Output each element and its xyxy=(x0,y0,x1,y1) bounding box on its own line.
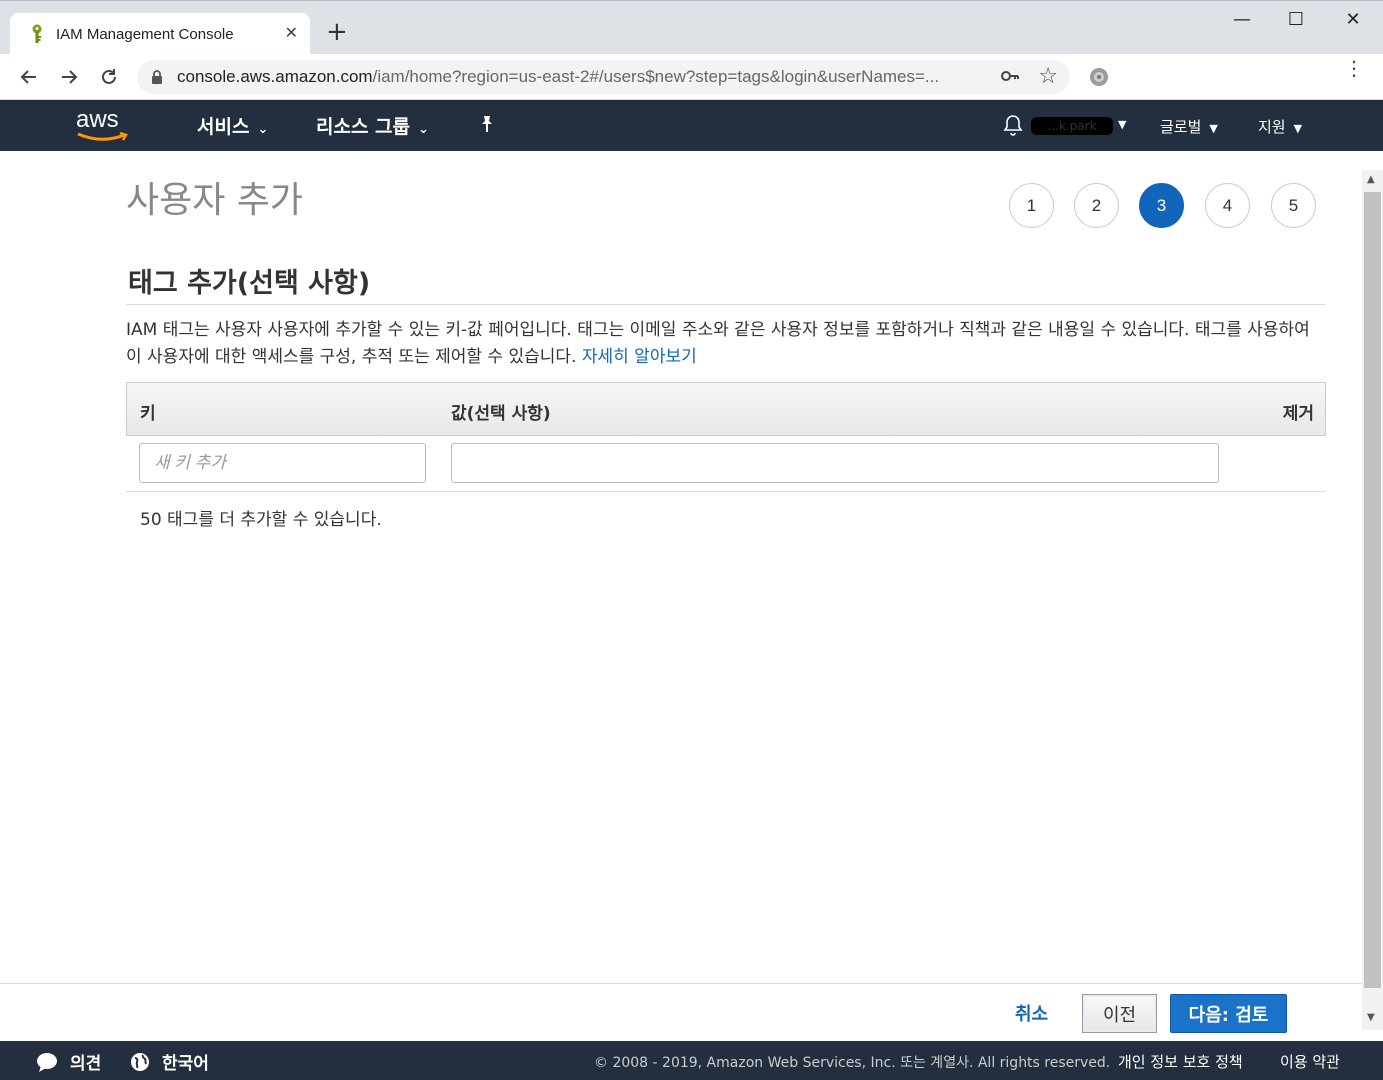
chevron-down-icon: ⌄ xyxy=(418,122,429,137)
services-label: 서비스 xyxy=(197,116,250,138)
feedback-button[interactable]: 의견 xyxy=(36,1049,101,1074)
notifications-bell-icon[interactable] xyxy=(1003,114,1023,140)
account-menu[interactable]: ...k.park xyxy=(1031,117,1113,135)
scrollbar-thumb[interactable] xyxy=(1364,192,1381,988)
support-label: 지원 xyxy=(1258,118,1286,136)
lock-icon xyxy=(151,69,165,85)
tag-key-input[interactable] xyxy=(139,443,426,483)
speech-bubble-icon xyxy=(37,1052,57,1072)
aws-navbar: aws 서비스 ⌄ 리소스 그룹 ⌄ ...k.park ▼ 글로벌 ▼ 지원 ▼ xyxy=(0,100,1383,151)
maximize-icon[interactable]: ☐ xyxy=(1276,9,1316,30)
chevron-down-icon[interactable]: ▼ xyxy=(1118,118,1126,131)
step-1[interactable]: 1 xyxy=(1009,183,1054,228)
bookmark-star-icon[interactable]: ☆ xyxy=(1038,64,1058,89)
main-content: 사용자 추가 1 2 3 4 5 태그 추가(선택 사항) IAM 태그는 사용… xyxy=(0,151,1362,983)
region-menu[interactable]: 글로벌 ▼ xyxy=(1160,116,1218,137)
step-2[interactable]: 2 xyxy=(1074,183,1119,228)
tab-close-icon[interactable]: ✕ xyxy=(285,23,298,42)
table-bottom-divider xyxy=(126,491,1326,492)
language-selector[interactable]: 한국어 xyxy=(130,1049,209,1074)
key-icon[interactable] xyxy=(1000,66,1020,90)
globe-icon xyxy=(131,1052,149,1071)
step-3[interactable]: 3 xyxy=(1139,183,1184,228)
browser-tab[interactable]: IAM Management Console ✕ xyxy=(10,13,310,55)
scroll-down-icon[interactable]: ▼ xyxy=(1367,1012,1375,1023)
console-footer: 의견 한국어 © 2008 - 2019, Amazon Web Service… xyxy=(0,1041,1383,1080)
learn-more-link[interactable]: 자세히 알아보기 xyxy=(582,347,697,367)
url-text: console.aws.amazon.com/iam/home?region=u… xyxy=(177,67,939,87)
browser-toolbar: console.aws.amazon.com/iam/home?region=u… xyxy=(0,54,1383,100)
account-name: ...k.park xyxy=(1047,119,1097,133)
iam-favicon-icon xyxy=(28,23,46,45)
pin-icon[interactable] xyxy=(478,114,496,138)
aws-logo-text: aws xyxy=(76,106,119,133)
window-close-icon[interactable]: ✕ xyxy=(1333,9,1373,30)
tags-table-header: 키 값(선택 사항) 제거 xyxy=(126,382,1326,436)
copyright-text: © 2008 - 2019, Amazon Web Services, Inc.… xyxy=(594,1055,1111,1071)
col-value: 값(선택 사항) xyxy=(451,404,551,424)
resource-groups-label: 리소스 그룹 xyxy=(316,116,411,138)
language-label: 한국어 xyxy=(162,1054,209,1074)
step-5[interactable]: 5 xyxy=(1271,183,1316,228)
url-path: /iam/home?region=us-east-2#/users$new?st… xyxy=(372,67,940,86)
browser-tab-strip: IAM Management Console ✕ + — ☐ ✕ xyxy=(0,0,1383,55)
tag-value-input[interactable] xyxy=(451,443,1219,483)
services-menu[interactable]: 서비스 ⌄ xyxy=(197,112,268,139)
forward-icon[interactable] xyxy=(54,62,84,92)
minimize-icon[interactable]: — xyxy=(1222,9,1262,30)
resource-groups-menu[interactable]: 리소스 그룹 ⌄ xyxy=(316,112,429,139)
address-bar[interactable]: console.aws.amazon.com/iam/home?region=u… xyxy=(137,60,1070,94)
wizard-action-bar: 취소 이전 다음: 검토 xyxy=(0,983,1362,1041)
col-remove: 제거 xyxy=(1282,404,1314,424)
region-label: 글로벌 xyxy=(1160,118,1202,136)
aws-logo[interactable]: aws xyxy=(76,106,128,141)
col-key: 키 xyxy=(140,404,156,424)
next-review-button[interactable]: 다음: 검토 xyxy=(1170,994,1287,1033)
new-tab-icon[interactable]: + xyxy=(326,19,348,45)
chevron-down-icon: ⌄ xyxy=(257,122,269,137)
feedback-label: 의견 xyxy=(70,1054,102,1074)
browser-menu-icon[interactable]: ⋮ xyxy=(1344,58,1364,78)
terms-link[interactable]: 이용 약관 xyxy=(1280,1051,1340,1072)
url-host: console.aws.amazon.com xyxy=(177,67,373,86)
page-scrollbar[interactable]: ▲ ▼ xyxy=(1362,170,1383,1030)
section-title: 태그 추가(선택 사항) xyxy=(128,268,371,299)
previous-button[interactable]: 이전 xyxy=(1082,994,1157,1033)
reload-icon[interactable] xyxy=(94,62,124,92)
chevron-down-icon: ▼ xyxy=(1209,122,1218,135)
privacy-policy-link[interactable]: 개인 정보 보호 정책 xyxy=(1118,1051,1243,1072)
page-title: 사용자 추가 xyxy=(126,180,304,221)
remaining-tags-text: 50 태그를 더 추가할 수 있습니다. xyxy=(140,510,382,530)
aws-smile-icon xyxy=(77,132,128,141)
description-text: IAM 태그는 사용자 사용자에 추가할 수 있는 키-값 페어입니다. 태그는… xyxy=(126,320,1310,367)
back-icon[interactable] xyxy=(14,62,44,92)
tab-title: IAM Management Console xyxy=(56,25,234,43)
extension-icon[interactable] xyxy=(1088,66,1110,92)
cancel-button[interactable]: 취소 xyxy=(1015,1000,1048,1026)
scroll-up-icon[interactable]: ▲ xyxy=(1367,174,1375,185)
step-4[interactable]: 4 xyxy=(1205,183,1250,228)
description: IAM 태그는 사용자 사용자에 추가할 수 있는 키-값 페어입니다. 태그는… xyxy=(126,317,1326,371)
chevron-down-icon: ▼ xyxy=(1293,122,1303,135)
support-menu[interactable]: 지원 ▼ xyxy=(1258,116,1302,137)
divider xyxy=(126,304,1326,305)
